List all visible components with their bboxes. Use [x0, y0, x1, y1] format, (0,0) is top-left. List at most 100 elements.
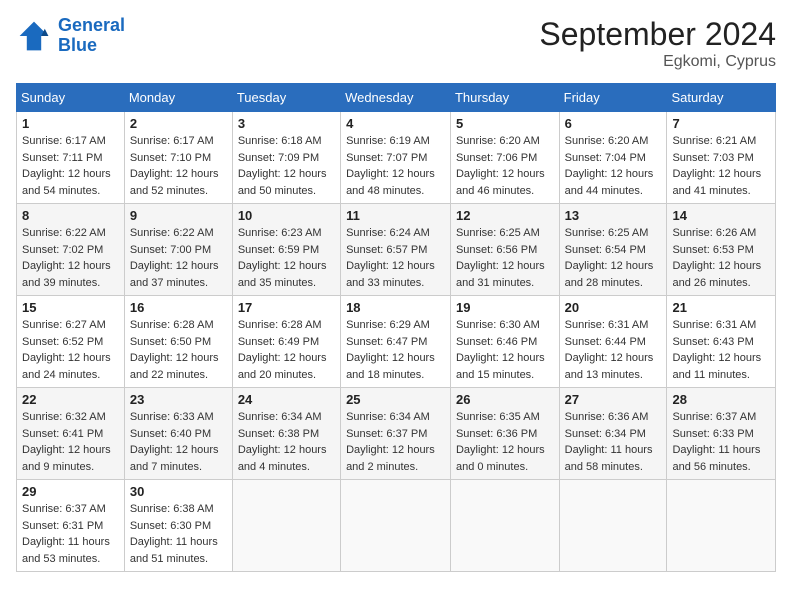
weekday-header: Friday [559, 84, 667, 112]
calendar-week-row: 8 Sunrise: 6:22 AMSunset: 7:02 PMDayligh… [17, 204, 776, 296]
calendar-day-cell: 4 Sunrise: 6:19 AMSunset: 7:07 PMDayligh… [341, 112, 451, 204]
location: Egkomi, Cyprus [539, 53, 776, 71]
day-info: Sunrise: 6:33 AMSunset: 6:40 PMDaylight:… [130, 411, 219, 473]
day-number: 30 [130, 484, 227, 499]
day-number: 2 [130, 116, 227, 131]
day-info: Sunrise: 6:21 AMSunset: 7:03 PMDaylight:… [672, 135, 761, 197]
title-block: September 2024 Egkomi, Cyprus [539, 16, 776, 71]
weekday-header: Tuesday [232, 84, 340, 112]
day-number: 10 [238, 208, 335, 223]
day-number: 15 [22, 300, 119, 315]
day-info: Sunrise: 6:35 AMSunset: 6:36 PMDaylight:… [456, 411, 545, 473]
day-number: 27 [565, 392, 662, 407]
day-info: Sunrise: 6:31 AMSunset: 6:44 PMDaylight:… [565, 319, 654, 381]
weekday-header: Saturday [667, 84, 776, 112]
day-number: 5 [456, 116, 554, 131]
day-info: Sunrise: 6:30 AMSunset: 6:46 PMDaylight:… [456, 319, 545, 381]
calendar-day-cell: 24 Sunrise: 6:34 AMSunset: 6:38 PMDaylig… [232, 388, 340, 480]
day-number: 24 [238, 392, 335, 407]
calendar-day-cell: 11 Sunrise: 6:24 AMSunset: 6:57 PMDaylig… [341, 204, 451, 296]
day-number: 8 [22, 208, 119, 223]
weekday-header-row: SundayMondayTuesdayWednesdayThursdayFrid… [17, 84, 776, 112]
calendar-day-cell: 5 Sunrise: 6:20 AMSunset: 7:06 PMDayligh… [450, 112, 559, 204]
calendar-day-cell: 21 Sunrise: 6:31 AMSunset: 6:43 PMDaylig… [667, 296, 776, 388]
calendar-day-cell: 3 Sunrise: 6:18 AMSunset: 7:09 PMDayligh… [232, 112, 340, 204]
calendar-day-cell: 23 Sunrise: 6:33 AMSunset: 6:40 PMDaylig… [124, 388, 232, 480]
day-number: 29 [22, 484, 119, 499]
day-info: Sunrise: 6:20 AMSunset: 7:04 PMDaylight:… [565, 135, 654, 197]
logo-blue: Blue [58, 35, 97, 55]
day-info: Sunrise: 6:19 AMSunset: 7:07 PMDaylight:… [346, 135, 435, 197]
calendar-week-row: 15 Sunrise: 6:27 AMSunset: 6:52 PMDaylig… [17, 296, 776, 388]
calendar-day-cell: 28 Sunrise: 6:37 AMSunset: 6:33 PMDaylig… [667, 388, 776, 480]
day-info: Sunrise: 6:28 AMSunset: 6:50 PMDaylight:… [130, 319, 219, 381]
month-title: September 2024 [539, 16, 776, 53]
calendar-day-cell: 15 Sunrise: 6:27 AMSunset: 6:52 PMDaylig… [17, 296, 125, 388]
calendar-day-cell: 12 Sunrise: 6:25 AMSunset: 6:56 PMDaylig… [450, 204, 559, 296]
calendar-week-row: 1 Sunrise: 6:17 AMSunset: 7:11 PMDayligh… [17, 112, 776, 204]
day-number: 28 [672, 392, 770, 407]
calendar-day-cell: 29 Sunrise: 6:37 AMSunset: 6:31 PMDaylig… [17, 480, 125, 572]
day-number: 13 [565, 208, 662, 223]
day-number: 26 [456, 392, 554, 407]
day-number: 12 [456, 208, 554, 223]
calendar-day-cell: 16 Sunrise: 6:28 AMSunset: 6:50 PMDaylig… [124, 296, 232, 388]
day-info: Sunrise: 6:28 AMSunset: 6:49 PMDaylight:… [238, 319, 327, 381]
calendar-day-cell [667, 480, 776, 572]
weekday-header: Sunday [17, 84, 125, 112]
day-number: 9 [130, 208, 227, 223]
calendar-day-cell: 25 Sunrise: 6:34 AMSunset: 6:37 PMDaylig… [341, 388, 451, 480]
day-number: 20 [565, 300, 662, 315]
logo: General Blue [16, 16, 125, 56]
calendar-table: SundayMondayTuesdayWednesdayThursdayFrid… [16, 83, 776, 572]
day-number: 18 [346, 300, 445, 315]
day-number: 3 [238, 116, 335, 131]
day-info: Sunrise: 6:37 AMSunset: 6:33 PMDaylight:… [672, 411, 760, 473]
calendar-day-cell [559, 480, 667, 572]
day-info: Sunrise: 6:26 AMSunset: 6:53 PMDaylight:… [672, 227, 761, 289]
day-info: Sunrise: 6:36 AMSunset: 6:34 PMDaylight:… [565, 411, 653, 473]
day-info: Sunrise: 6:29 AMSunset: 6:47 PMDaylight:… [346, 319, 435, 381]
day-info: Sunrise: 6:18 AMSunset: 7:09 PMDaylight:… [238, 135, 327, 197]
calendar-day-cell: 20 Sunrise: 6:31 AMSunset: 6:44 PMDaylig… [559, 296, 667, 388]
day-number: 16 [130, 300, 227, 315]
calendar-day-cell: 13 Sunrise: 6:25 AMSunset: 6:54 PMDaylig… [559, 204, 667, 296]
calendar-day-cell: 19 Sunrise: 6:30 AMSunset: 6:46 PMDaylig… [450, 296, 559, 388]
calendar-day-cell [232, 480, 340, 572]
calendar-day-cell: 30 Sunrise: 6:38 AMSunset: 6:30 PMDaylig… [124, 480, 232, 572]
day-info: Sunrise: 6:24 AMSunset: 6:57 PMDaylight:… [346, 227, 435, 289]
day-info: Sunrise: 6:38 AMSunset: 6:30 PMDaylight:… [130, 503, 218, 565]
day-number: 7 [672, 116, 770, 131]
day-number: 11 [346, 208, 445, 223]
calendar-day-cell: 9 Sunrise: 6:22 AMSunset: 7:00 PMDayligh… [124, 204, 232, 296]
day-number: 22 [22, 392, 119, 407]
day-info: Sunrise: 6:22 AMSunset: 7:02 PMDaylight:… [22, 227, 111, 289]
day-info: Sunrise: 6:25 AMSunset: 6:54 PMDaylight:… [565, 227, 654, 289]
calendar-day-cell: 6 Sunrise: 6:20 AMSunset: 7:04 PMDayligh… [559, 112, 667, 204]
day-number: 4 [346, 116, 445, 131]
calendar-day-cell: 22 Sunrise: 6:32 AMSunset: 6:41 PMDaylig… [17, 388, 125, 480]
day-info: Sunrise: 6:34 AMSunset: 6:38 PMDaylight:… [238, 411, 327, 473]
day-number: 17 [238, 300, 335, 315]
day-info: Sunrise: 6:31 AMSunset: 6:43 PMDaylight:… [672, 319, 761, 381]
page-header: General Blue September 2024 Egkomi, Cypr… [16, 16, 776, 71]
day-info: Sunrise: 6:25 AMSunset: 6:56 PMDaylight:… [456, 227, 545, 289]
logo-general: General [58, 15, 125, 35]
calendar-body: 1 Sunrise: 6:17 AMSunset: 7:11 PMDayligh… [17, 112, 776, 572]
day-number: 19 [456, 300, 554, 315]
calendar-day-cell: 17 Sunrise: 6:28 AMSunset: 6:49 PMDaylig… [232, 296, 340, 388]
day-number: 6 [565, 116, 662, 131]
logo-icon [16, 18, 52, 54]
calendar-day-cell: 7 Sunrise: 6:21 AMSunset: 7:03 PMDayligh… [667, 112, 776, 204]
calendar-day-cell: 14 Sunrise: 6:26 AMSunset: 6:53 PMDaylig… [667, 204, 776, 296]
logo-text: General Blue [58, 16, 125, 56]
day-info: Sunrise: 6:37 AMSunset: 6:31 PMDaylight:… [22, 503, 110, 565]
day-info: Sunrise: 6:23 AMSunset: 6:59 PMDaylight:… [238, 227, 327, 289]
day-info: Sunrise: 6:34 AMSunset: 6:37 PMDaylight:… [346, 411, 435, 473]
day-number: 25 [346, 392, 445, 407]
calendar-day-cell [341, 480, 451, 572]
calendar-day-cell: 2 Sunrise: 6:17 AMSunset: 7:10 PMDayligh… [124, 112, 232, 204]
day-number: 21 [672, 300, 770, 315]
weekday-header: Monday [124, 84, 232, 112]
calendar-day-cell: 8 Sunrise: 6:22 AMSunset: 7:02 PMDayligh… [17, 204, 125, 296]
